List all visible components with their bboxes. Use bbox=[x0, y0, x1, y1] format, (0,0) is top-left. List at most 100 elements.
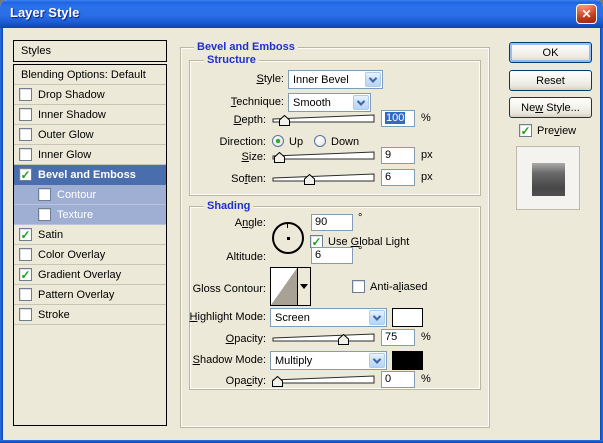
chevron-down-icon[interactable] bbox=[365, 72, 381, 87]
angle-dial[interactable] bbox=[272, 222, 304, 254]
styles-list: Blending Options: Default Drop Shadow In… bbox=[13, 64, 167, 426]
soften-label: Soften: bbox=[231, 173, 266, 185]
preview-thumbnail bbox=[516, 146, 580, 210]
anti-aliased-checkbox[interactable] bbox=[352, 280, 365, 293]
highlight-opacity-slider[interactable] bbox=[272, 331, 375, 345]
direction-label: Direction: bbox=[219, 136, 266, 148]
shadow-mode-select[interactable]: Multiply bbox=[270, 351, 387, 370]
close-button[interactable]: ✕ bbox=[576, 4, 597, 24]
preview-label[interactable]: Preview bbox=[537, 125, 576, 137]
sidebar-item-inner-glow[interactable]: Inner Glow bbox=[14, 145, 166, 165]
shadow-mode-label: Shadow Mode: bbox=[192, 354, 266, 366]
sidebar-item-texture[interactable]: Texture bbox=[14, 205, 166, 225]
style-select[interactable]: Inner Bevel bbox=[288, 70, 383, 89]
altitude-label: Altitude: bbox=[226, 251, 266, 263]
checkbox[interactable] bbox=[19, 128, 32, 141]
triangle-down-icon bbox=[300, 284, 308, 289]
slider-track[interactable] bbox=[272, 331, 375, 343]
close-icon: ✕ bbox=[581, 7, 592, 21]
ok-button[interactable]: OK bbox=[509, 42, 592, 63]
checkbox[interactable] bbox=[19, 248, 32, 261]
reset-button[interactable]: Reset bbox=[509, 70, 592, 91]
highlight-mode-select[interactable]: Screen bbox=[270, 308, 387, 327]
shadow-opacity-thumb[interactable] bbox=[272, 375, 283, 387]
shadow-opacity-slider[interactable] bbox=[272, 373, 375, 387]
highlight-opacity-thumb[interactable] bbox=[338, 333, 349, 345]
checkbox[interactable]: ✓ bbox=[19, 268, 32, 281]
angle-dial-tick bbox=[287, 224, 288, 228]
checkbox[interactable] bbox=[19, 88, 32, 101]
shadow-opacity-label: Opacity: bbox=[225, 375, 266, 387]
check-icon: ✓ bbox=[311, 234, 322, 249]
highlight-opacity-unit: % bbox=[421, 331, 431, 343]
sidebar-item-blending-options[interactable]: Blending Options: Default bbox=[14, 65, 166, 85]
direction-down-radio[interactable] bbox=[314, 135, 326, 147]
highlight-color-fill bbox=[393, 309, 422, 326]
shadow-color-swatch[interactable] bbox=[392, 351, 423, 370]
altitude-input[interactable]: 6 bbox=[311, 247, 353, 264]
chevron-down-icon[interactable] bbox=[369, 353, 385, 368]
preview-checkbox[interactable]: ✓ bbox=[519, 124, 532, 137]
shadow-color-fill bbox=[393, 352, 422, 369]
sidebar-item-inner-shadow[interactable]: Inner Shadow bbox=[14, 105, 166, 125]
angle-input[interactable]: 90 bbox=[311, 214, 353, 231]
sidebar-item-pattern-overlay[interactable]: Pattern Overlay bbox=[14, 285, 166, 305]
highlight-opacity-input[interactable]: 75 bbox=[381, 329, 415, 346]
gloss-contour-label: Gloss Contour: bbox=[192, 283, 266, 295]
gloss-contour-thumbnail[interactable] bbox=[271, 268, 297, 305]
sidebar-item-gradient-overlay[interactable]: ✓ Gradient Overlay bbox=[14, 265, 166, 285]
direction-down-label[interactable]: Down bbox=[331, 136, 359, 148]
checkbox[interactable]: ✓ bbox=[19, 228, 32, 241]
size-slider-thumb[interactable] bbox=[274, 151, 285, 163]
size-label: Size: bbox=[241, 151, 266, 163]
size-slider[interactable] bbox=[272, 149, 375, 163]
sidebar-item-color-overlay[interactable]: Color Overlay bbox=[14, 245, 166, 265]
slider-track[interactable] bbox=[272, 171, 375, 183]
gloss-contour-dropdown[interactable] bbox=[297, 268, 310, 305]
window-title: Layer Style bbox=[10, 5, 80, 20]
soften-input[interactable]: 6 bbox=[381, 169, 415, 186]
gloss-contour-picker[interactable] bbox=[270, 267, 311, 306]
sidebar-item-contour[interactable]: Contour bbox=[14, 185, 166, 205]
highlight-opacity-label: Opacity: bbox=[225, 333, 266, 345]
technique-select[interactable]: Smooth bbox=[288, 93, 371, 112]
depth-input[interactable]: 100 bbox=[381, 110, 415, 127]
shading-group-title: Shading bbox=[204, 200, 254, 212]
titlebar[interactable]: Layer Style ✕ bbox=[0, 0, 603, 28]
slider-track[interactable] bbox=[272, 373, 375, 385]
depth-slider[interactable] bbox=[272, 112, 375, 126]
chevron-down-icon[interactable] bbox=[369, 310, 385, 325]
structure-group-title: Structure bbox=[204, 54, 259, 66]
check-icon: ✓ bbox=[20, 167, 31, 182]
soften-slider-thumb[interactable] bbox=[304, 173, 315, 185]
direction-up-label[interactable]: Up bbox=[289, 136, 303, 148]
styles-header-label: Styles bbox=[21, 45, 51, 57]
check-icon: ✓ bbox=[20, 227, 31, 242]
checkbox[interactable] bbox=[19, 108, 32, 121]
anti-aliased-label[interactable]: Anti-aliased bbox=[370, 281, 428, 293]
sidebar-item-satin[interactable]: ✓ Satin bbox=[14, 225, 166, 245]
checkbox[interactable] bbox=[19, 288, 32, 301]
checkbox[interactable] bbox=[38, 188, 51, 201]
checkbox[interactable]: ✓ bbox=[19, 168, 32, 181]
shadow-opacity-input[interactable]: 0 bbox=[381, 371, 415, 388]
sidebar-item-stroke[interactable]: Stroke bbox=[14, 305, 166, 325]
technique-label: Technique: bbox=[230, 96, 284, 108]
depth-slider-thumb[interactable] bbox=[279, 114, 290, 126]
check-icon: ✓ bbox=[20, 267, 31, 282]
sidebar-item-drop-shadow[interactable]: Drop Shadow bbox=[14, 85, 166, 105]
checkbox[interactable] bbox=[19, 148, 32, 161]
size-input[interactable]: 9 bbox=[381, 147, 415, 164]
new-style-button[interactable]: New Style... bbox=[509, 97, 592, 118]
direction-up-radio[interactable] bbox=[272, 135, 284, 147]
highlight-color-swatch[interactable] bbox=[392, 308, 423, 327]
checkbox[interactable] bbox=[38, 208, 51, 221]
layer-style-dialog: Layer Style ✕ Styles Blending Options: D… bbox=[0, 0, 603, 443]
slider-track[interactable] bbox=[272, 149, 375, 161]
sidebar-item-outer-glow[interactable]: Outer Glow bbox=[14, 125, 166, 145]
checkbox[interactable] bbox=[19, 308, 32, 321]
chevron-down-icon[interactable] bbox=[353, 95, 369, 110]
angle-dial-center bbox=[287, 237, 290, 240]
sidebar-item-bevel-and-emboss[interactable]: ✓ Bevel and Emboss bbox=[14, 165, 166, 185]
soften-slider[interactable] bbox=[272, 171, 375, 185]
